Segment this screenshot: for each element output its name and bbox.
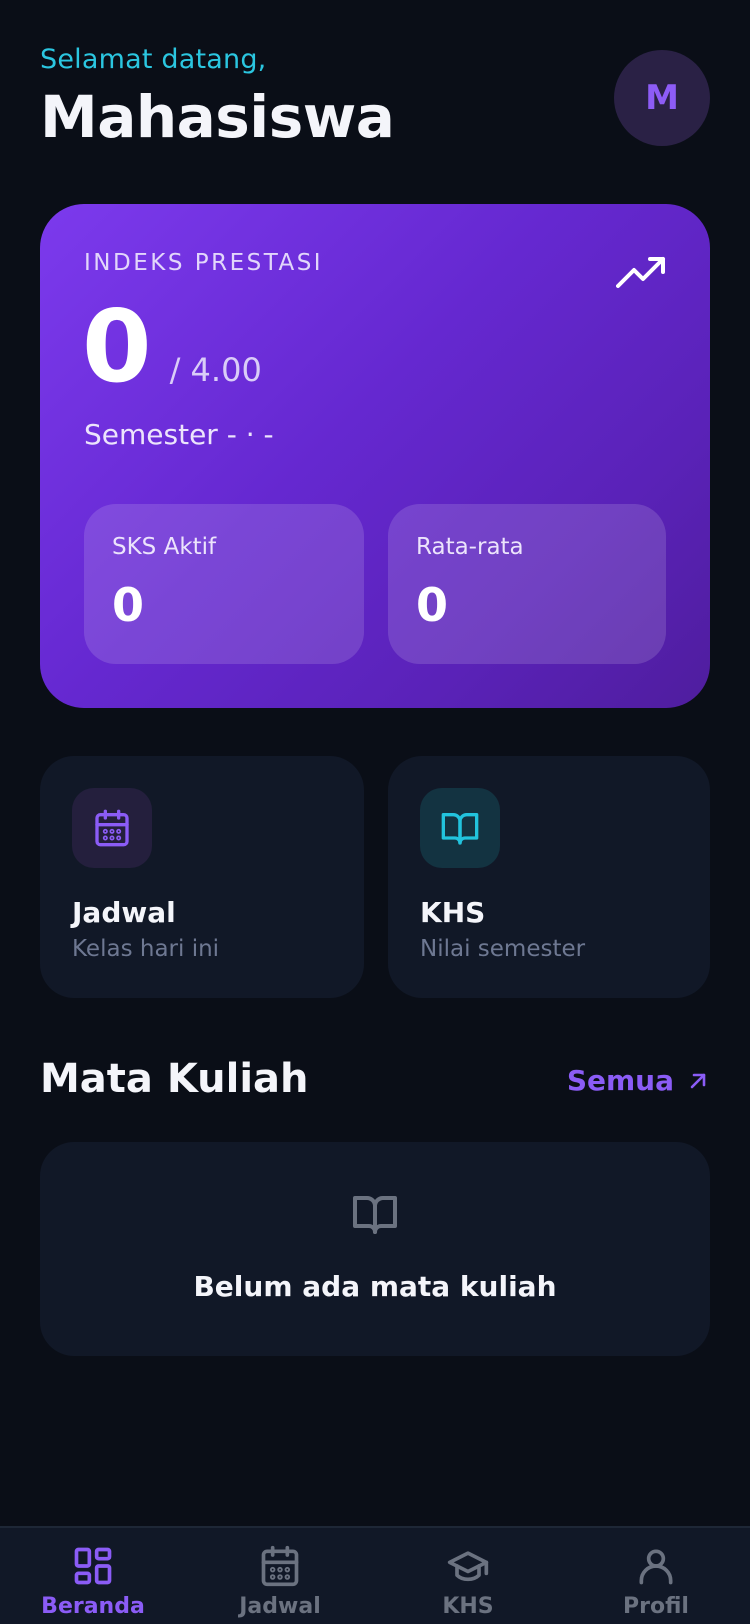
arrow-up-right-icon bbox=[690, 1073, 706, 1088]
ipk-value: 0 bbox=[82, 288, 152, 405]
sks-aktif-stat: SKS Aktif 0 bbox=[84, 504, 364, 664]
feature-title: Jadwal bbox=[72, 896, 176, 929]
graduation-cap-icon bbox=[447, 1551, 489, 1582]
stat-value: 0 bbox=[112, 578, 145, 632]
book-open-icon bbox=[353, 1196, 397, 1234]
empty-courses-card: Belum ada mata kuliah bbox=[40, 1142, 710, 1356]
ipk-card: INDEKS PRESTASI 0 / 4.00 Semester - · - … bbox=[40, 204, 710, 708]
ipk-value-row: 0 / 4.00 bbox=[82, 292, 262, 402]
see-all-label: Semua bbox=[566, 1064, 674, 1097]
section-title: Mata Kuliah bbox=[40, 1056, 309, 1102]
nav-label: Profil bbox=[623, 1594, 689, 1619]
nav-item-jadwal[interactable]: Jadwal bbox=[190, 1544, 370, 1619]
greeting-text: Selamat datang, bbox=[40, 44, 267, 75]
feature-subtitle: Kelas hari ini bbox=[72, 936, 220, 962]
see-all-link[interactable]: Semua bbox=[567, 1064, 710, 1097]
feature-icon-box bbox=[420, 788, 500, 868]
nav-label: Beranda bbox=[41, 1594, 145, 1619]
calendar-icon bbox=[261, 1545, 299, 1587]
user-name: Mahasiswa bbox=[40, 83, 395, 151]
nav-item-khs[interactable]: KHS bbox=[378, 1544, 558, 1619]
stat-value: 0 bbox=[416, 578, 449, 632]
empty-state-text: Belum ada mata kuliah bbox=[193, 1270, 557, 1303]
jadwal-card[interactable]: Jadwal Kelas hari ini bbox=[40, 756, 364, 998]
trending-up-icon bbox=[616, 257, 665, 288]
ipk-max: / 4.00 bbox=[169, 351, 262, 389]
calendar-icon bbox=[95, 809, 129, 847]
avatar[interactable]: M bbox=[614, 50, 710, 146]
stat-label: Rata-rata bbox=[416, 534, 524, 560]
bottom-nav: Beranda Jadwal KHS Profil bbox=[0, 1526, 750, 1624]
khs-card[interactable]: KHS Nilai semester bbox=[388, 756, 710, 998]
nav-label: Jadwal bbox=[239, 1594, 321, 1619]
header: Selamat datang, Mahasiswa M bbox=[40, 44, 710, 154]
nav-label: KHS bbox=[442, 1594, 494, 1619]
stat-label: SKS Aktif bbox=[112, 534, 217, 560]
nav-item-profil[interactable]: Profil bbox=[566, 1544, 746, 1619]
rata-rata-stat: Rata-rata 0 bbox=[388, 504, 666, 664]
feature-icon-box bbox=[72, 788, 152, 868]
dashboard-grid-icon bbox=[74, 1547, 112, 1585]
user-icon bbox=[639, 1549, 673, 1585]
nav-item-beranda[interactable]: Beranda bbox=[3, 1544, 183, 1619]
feature-subtitle: Nilai semester bbox=[420, 936, 586, 962]
ipk-label: INDEKS PRESTASI bbox=[84, 250, 324, 276]
feature-title: KHS bbox=[420, 896, 486, 929]
book-open-icon bbox=[441, 813, 479, 845]
semester-text: Semester - · - bbox=[84, 418, 274, 451]
